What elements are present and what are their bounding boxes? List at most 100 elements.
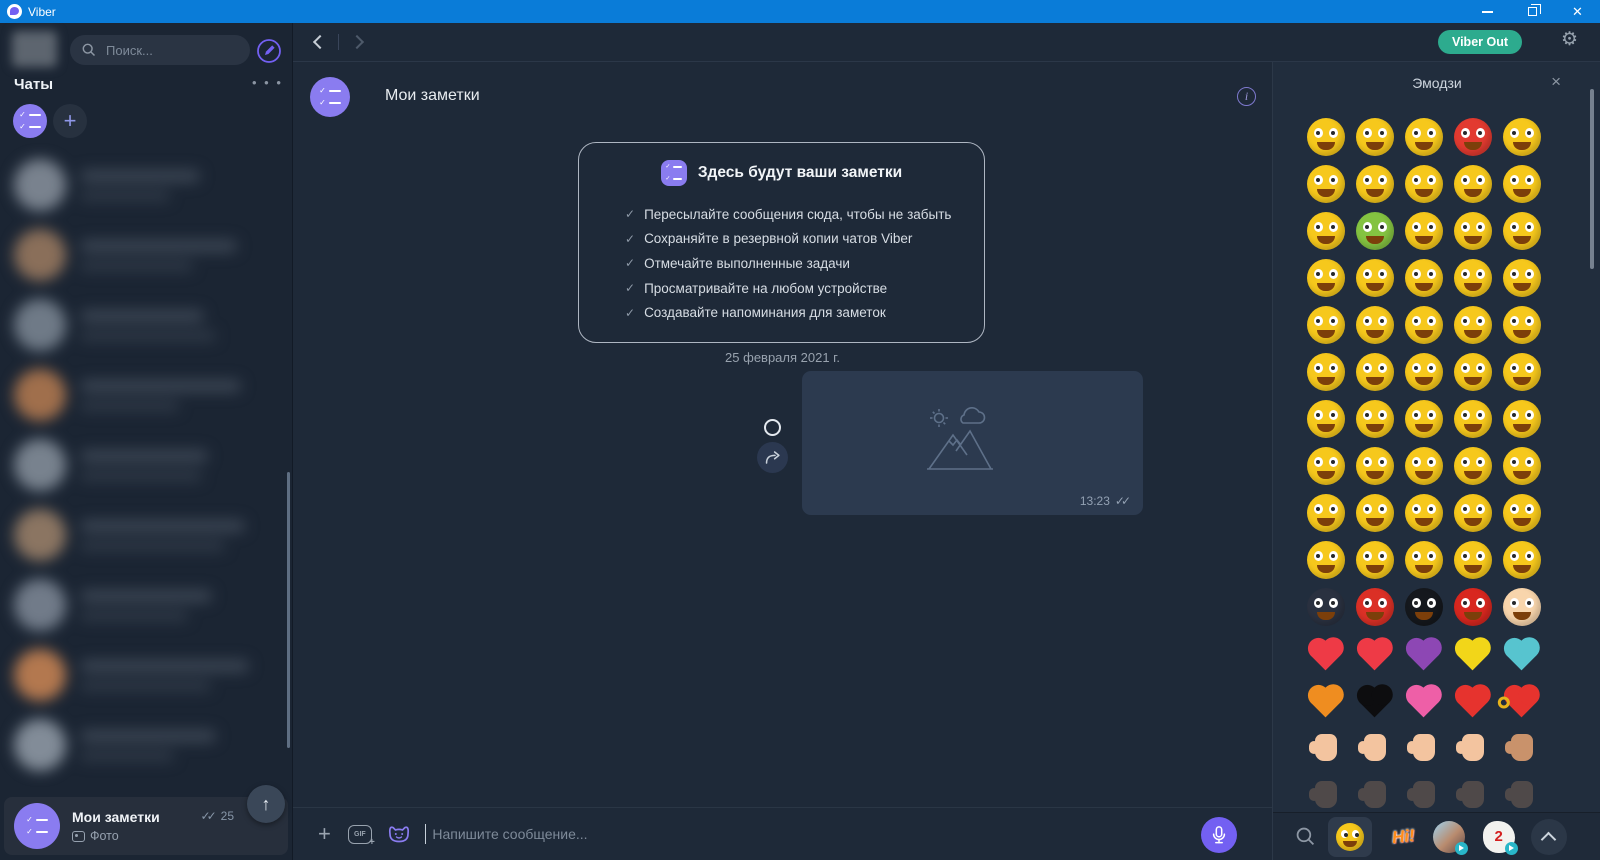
emoji-smileys-tab[interactable] (1328, 816, 1372, 857)
emoji-excited[interactable] (1448, 254, 1497, 301)
emoji-angry-red[interactable] (1448, 113, 1497, 160)
forward-button[interactable] (349, 34, 365, 50)
chat-info-button[interactable]: i (1237, 87, 1256, 106)
my-notes-button[interactable]: ✓ ✓ (13, 104, 47, 138)
message-forward-button[interactable] (757, 442, 788, 473)
emoji-heart-arrow[interactable] (1448, 677, 1497, 724)
emoji-confused[interactable] (1448, 301, 1497, 348)
emoji-grimacing[interactable] (1301, 442, 1350, 489)
emoji-pensive[interactable] (1301, 301, 1350, 348)
emoji-teary[interactable] (1399, 489, 1448, 536)
emoji-raised-hand[interactable] (1350, 771, 1399, 812)
emoji-broken-heart[interactable] (1350, 630, 1399, 677)
emoji-clapping[interactable] (1497, 724, 1546, 771)
emoji-skeptical[interactable] (1350, 254, 1399, 301)
emoji-nerd-glasses[interactable] (1399, 301, 1448, 348)
emoji-furious[interactable] (1301, 489, 1350, 536)
blurred-chat-row[interactable] (0, 290, 288, 360)
chat-list-blurred[interactable] (0, 150, 288, 780)
emoji-cool-sunglasses[interactable] (1497, 301, 1546, 348)
emoji-black-heart[interactable] (1350, 677, 1399, 724)
emoji-worried[interactable] (1497, 254, 1546, 301)
emoji-heart-eyes[interactable] (1497, 113, 1546, 160)
emoji-anxious[interactable] (1448, 442, 1497, 489)
user-avatar[interactable] (12, 31, 57, 67)
emoji-orange-heart[interactable] (1301, 677, 1350, 724)
sheep-sticker-pack-tab[interactable]: 2 (1482, 820, 1518, 855)
sidebar-scrollbar[interactable] (287, 472, 290, 748)
search-box[interactable] (70, 35, 250, 65)
emoji-distressed[interactable] (1350, 489, 1399, 536)
emoji-thumbs-up[interactable] (1350, 724, 1399, 771)
emoji-shocked[interactable] (1301, 348, 1350, 395)
chat-avatar[interactable]: ✓ ✓ (310, 77, 350, 117)
voice-message-button[interactable] (1201, 817, 1237, 853)
emoji-blushing-smile[interactable] (1497, 160, 1546, 207)
emoji-wink-laugh[interactable] (1399, 113, 1448, 160)
emoji-surprised[interactable] (1350, 442, 1399, 489)
photo-message-bubble[interactable]: 13:23 ✓✓ (802, 371, 1143, 515)
emoji-red-heart[interactable] (1301, 630, 1350, 677)
message-select-circle[interactable] (764, 419, 781, 436)
emoji-wave[interactable] (1497, 771, 1546, 812)
emoji-scared[interactable] (1399, 160, 1448, 207)
emoji-grinning[interactable] (1448, 207, 1497, 254)
blurred-chat-row[interactable] (0, 360, 288, 430)
blurred-chat-row[interactable] (0, 710, 288, 780)
message-input[interactable] (430, 825, 1031, 843)
blurred-chat-row[interactable] (0, 640, 288, 710)
emoji-dizzy[interactable] (1301, 395, 1350, 442)
emoji-grinning-teeth[interactable] (1497, 348, 1546, 395)
emoji-fist[interactable] (1301, 771, 1350, 812)
emoji-sobbing[interactable] (1448, 536, 1497, 583)
minimize-button[interactable] (1465, 0, 1510, 23)
emoji-eye-roll[interactable] (1497, 536, 1546, 583)
emoji-spiderman[interactable] (1350, 583, 1399, 630)
emoji-evil-laugh[interactable] (1350, 301, 1399, 348)
cartoon-sticker-pack-tab[interactable] (1432, 820, 1468, 855)
emoji-smirk[interactable] (1448, 395, 1497, 442)
emoji-flushed[interactable] (1399, 395, 1448, 442)
emoji-sparkling-heart[interactable] (1399, 677, 1448, 724)
emoji-tongue-out[interactable] (1301, 160, 1350, 207)
emoji-cyan-heart[interactable] (1497, 630, 1546, 677)
emoji-laughing[interactable] (1350, 160, 1399, 207)
emoji-pointing[interactable] (1448, 771, 1497, 812)
emoji-angel[interactable] (1497, 583, 1546, 630)
search-input[interactable] (104, 41, 234, 59)
emoji-middle-finger[interactable] (1448, 724, 1497, 771)
emoji-devil[interactable] (1448, 583, 1497, 630)
emoji-whistling[interactable] (1448, 489, 1497, 536)
collapse-panel-button[interactable] (1530, 818, 1567, 855)
restore-button[interactable] (1510, 0, 1555, 23)
blurred-chat-row[interactable] (0, 220, 288, 290)
emoji-goofy-tongue[interactable] (1448, 348, 1497, 395)
emoji-knocked-out[interactable] (1350, 395, 1399, 442)
emoji-kiss-wink[interactable] (1448, 160, 1497, 207)
emoji-sick-green[interactable] (1350, 207, 1399, 254)
emoji-thinking[interactable] (1399, 536, 1448, 583)
chat-item-my-notes[interactable]: ✓ ✓ Мои заметки Фото ✓✓ 25 (4, 797, 288, 855)
emoji-sad[interactable] (1350, 113, 1399, 160)
chats-more-menu[interactable]: • • • (252, 75, 283, 90)
close-button[interactable]: ✕ (1555, 0, 1600, 23)
emoji-panel-scrollbar[interactable] (1590, 89, 1594, 269)
emoji-frowning[interactable] (1497, 442, 1546, 489)
emoji-money-eyes[interactable] (1301, 254, 1350, 301)
stickers-emoji-button[interactable] (387, 823, 411, 845)
hi-sticker-pack-tab[interactable]: Hi! (1391, 825, 1416, 847)
emoji-scheming[interactable] (1350, 536, 1399, 583)
emoji-heart-lock[interactable] (1495, 677, 1546, 724)
emoji-winking[interactable] (1399, 254, 1448, 301)
emoji-ninja[interactable] (1301, 583, 1350, 630)
settings-gear-icon[interactable]: ⚙ (1561, 28, 1578, 51)
emoji-panel-close-button[interactable]: × (1551, 72, 1561, 92)
emoji-playful-tongue[interactable] (1497, 489, 1546, 536)
new-chat-button[interactable]: + (53, 104, 87, 138)
viber-out-button[interactable]: Viber Out (1437, 30, 1522, 54)
emoji-victory[interactable] (1399, 724, 1448, 771)
attach-button[interactable]: + (318, 821, 331, 847)
gif-button[interactable]: GIF (347, 824, 375, 848)
emoji-laughing-tears[interactable] (1350, 348, 1399, 395)
compose-button[interactable] (256, 38, 282, 64)
